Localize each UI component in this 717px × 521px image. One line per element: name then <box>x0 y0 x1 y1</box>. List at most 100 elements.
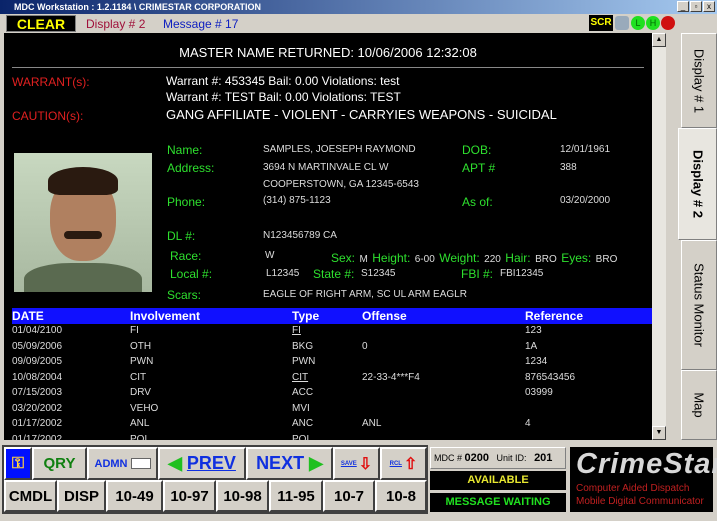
cell-involvement: POL <box>130 433 151 441</box>
height-label: Height: <box>372 251 411 265</box>
tab-label: Status Monitor <box>691 263 707 347</box>
sex-value: M <box>359 254 368 265</box>
cell-reference: 4 <box>525 418 531 429</box>
cell-offense: 22-33-4***F4 <box>362 371 420 383</box>
name-value: SAMPLES, JOESEPH RAYMOND <box>263 144 416 155</box>
address-label: Address: <box>167 161 215 175</box>
qry-button[interactable]: QRY <box>32 447 87 480</box>
led-l-icon: L <box>631 16 645 30</box>
vertical-scrollbar[interactable]: ▲ ▼ <box>652 33 666 440</box>
scroll-down-button[interactable]: ▼ <box>652 426 666 440</box>
cell-offense: 0 <box>362 340 368 352</box>
table-row[interactable]: 01/17/2002 POL POL <box>12 434 652 441</box>
logo-name: CrimeStar <box>576 448 717 480</box>
unit-label: Unit ID: <box>496 453 527 463</box>
col-offense[interactable]: Offense <box>362 309 407 323</box>
cell-date: 05/09/2006 <box>12 340 63 352</box>
table-row[interactable]: 01/04/2100 FI FI 123 <box>12 325 652 340</box>
status-available[interactable]: AVAILABLE <box>430 471 566 490</box>
history-table-header: DATE Involvement Type Offense Reference <box>12 308 652 324</box>
state-value: S12345 <box>361 268 396 279</box>
upload-tray-icon: ⇧ <box>403 455 418 473</box>
phone-label: Phone: <box>167 195 206 209</box>
table-row[interactable]: 03/20/2002 VEHO MVI <box>12 403 652 418</box>
col-reference[interactable]: Reference <box>525 309 583 323</box>
message-waiting-indicator[interactable]: MESSAGE WAITING <box>430 493 566 512</box>
minimize-button[interactable]: _ <box>677 1 689 12</box>
settings-icon[interactable] <box>615 16 629 30</box>
table-row[interactable]: 10/08/2004 CIT CIT 22-33-4***F4 876543456 <box>12 372 652 387</box>
scr-button[interactable]: SCR <box>589 15 613 31</box>
maximize-button[interactable]: ▫ <box>690 1 702 12</box>
keys-button[interactable]: ⚿ <box>4 447 32 480</box>
scroll-up-button[interactable]: ▲ <box>652 33 666 47</box>
col-type[interactable]: Type <box>292 309 319 323</box>
tab-label: Display # 2 <box>690 150 705 218</box>
cell-involvement: CIT <box>130 371 147 383</box>
prev-button[interactable]: ◀ PREV <box>158 447 246 480</box>
state-label: State #: <box>313 267 355 281</box>
save-label: SAVE <box>340 460 357 467</box>
tab-label: Display # 1 <box>691 48 707 113</box>
physical-description: Sex: M Height: 6-00 Weight: 220 Hair: BR… <box>331 249 617 267</box>
col-date[interactable]: DATE <box>12 309 44 323</box>
caution-text: GANG AFFILIATE - VIOLENT - CARRYIES WEAP… <box>166 107 557 122</box>
next-button[interactable]: NEXT ▶ <box>246 447 333 480</box>
download-tray-icon: ⇩ <box>358 455 373 473</box>
keys-icon: ⚿ <box>11 454 25 472</box>
asof-label: As of: <box>462 195 493 209</box>
close-button[interactable]: x <box>703 1 715 12</box>
cell-involvement: ANL <box>130 418 150 429</box>
message-indicator[interactable]: Message # 17 <box>163 17 238 31</box>
table-row[interactable]: 05/09/2006 OTH BKG 0 1A <box>12 341 652 356</box>
dob-value: 12/01/1961 <box>560 144 611 155</box>
button-10-98[interactable]: 10-98 <box>216 480 269 512</box>
tab-display-2[interactable]: Display # 2 <box>678 128 717 240</box>
button-10-7[interactable]: 10-7 <box>323 480 375 512</box>
cell-involvement: VEHO <box>130 402 159 414</box>
button-cmdl[interactable]: CMDL <box>4 480 57 512</box>
fbi-value: FBI12345 <box>500 268 544 279</box>
sex-label: Sex: <box>331 251 356 265</box>
tab-map[interactable]: Map <box>681 370 717 440</box>
button-11-95[interactable]: 11-95 <box>269 480 323 512</box>
name-label: Name: <box>167 143 203 157</box>
eyes-label: Eyes: <box>561 251 592 265</box>
table-row[interactable]: 09/09/2005 PWN PWN 1234 <box>12 356 652 371</box>
col-involvement[interactable]: Involvement <box>130 309 200 323</box>
logo-line1: Computer Aided Dispatch <box>576 483 690 494</box>
warrant-1: Warrant #: 453345 Bail: 0.00 Violations:… <box>166 74 400 88</box>
address-line1: 3694 N MARTINVALE CL W <box>263 162 389 173</box>
button-10-8[interactable]: 10-8 <box>375 480 427 512</box>
cell-involvement: OTH <box>130 340 152 352</box>
cell-type: FI <box>292 325 301 336</box>
next-label: NEXT <box>256 453 305 473</box>
cell-reference: 1A <box>525 340 538 352</box>
record-header: MASTER NAME RETURNED: 10/06/2006 12:32:0… <box>179 45 477 60</box>
admn-label: ADMN <box>94 457 128 470</box>
clear-button[interactable]: CLEAR <box>6 15 76 32</box>
button-10-97[interactable]: 10-97 <box>163 480 216 512</box>
admn-button[interactable]: ADMN <box>87 447 158 480</box>
tab-status-monitor[interactable]: Status Monitor <box>681 240 717 370</box>
button-10-49[interactable]: 10-49 <box>106 480 163 512</box>
table-row[interactable]: 01/17/2002 ANL ANC ANL 4 <box>12 418 652 433</box>
hair-label: Hair: <box>505 251 531 265</box>
rcl-button[interactable]: RCL ⇧ <box>380 447 427 480</box>
cell-involvement: PWN <box>130 356 154 367</box>
table-row[interactable]: 07/15/2003 DRV ACC 03999 <box>12 387 652 402</box>
phone-value: (314) 875-1123 <box>263 195 331 206</box>
cell-type: ANC <box>292 418 314 429</box>
button-disp[interactable]: DISP <box>57 480 106 512</box>
cell-offense: ANL <box>362 418 382 429</box>
dl-value: N123456789 CA <box>263 230 337 241</box>
save-button[interactable]: SAVE ⇩ <box>333 447 380 480</box>
cell-type: PWN <box>292 356 316 367</box>
cell-date: 03/20/2002 <box>12 402 63 414</box>
scars-label: Scars: <box>167 288 202 302</box>
local-value: L12345 <box>266 268 300 279</box>
dl-label: DL #: <box>167 229 196 243</box>
local-label: Local #: <box>170 267 213 281</box>
tab-display-1[interactable]: Display # 1 <box>681 33 717 128</box>
weight-value: 220 <box>484 254 501 265</box>
